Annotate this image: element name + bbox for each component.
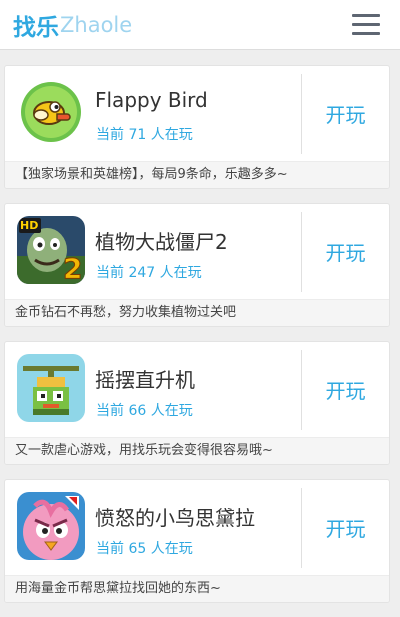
play-button[interactable]: 开玩 <box>302 480 389 575</box>
game-card-main: Flappy Bird 当前 71 人在玩 开玩 <box>5 66 389 161</box>
players-count: 当前 71 人在玩 <box>96 127 193 143</box>
play-button[interactable]: 开玩 <box>302 342 389 437</box>
game-description: 又一款虐心游戏，用找乐玩会变得很容易哦~ <box>5 437 389 464</box>
game-list: Flappy Bird 当前 71 人在玩 开玩 【独家场景和英雄榜】，每局9条… <box>4 65 390 617</box>
zhaole-logo[interactable]: 找乐 Zhaole <box>13 10 133 41</box>
game-name[interactable]: 愤怒的小鸟思黛拉 <box>95 502 255 531</box>
svg-text:2: 2 <box>63 252 82 284</box>
game-card-swing-copters: 摇摆直升机 当前 66 人在玩 开玩 又一款虐心游戏，用找乐玩会变得很容易哦~ <box>4 341 390 465</box>
game-card-flappy-bird: Flappy Bird 当前 71 人在玩 开玩 【独家场景和英雄榜】，每局9条… <box>4 65 390 189</box>
game-card-plants-vs-zombies: 2 HD 植物大战僵尸2 当前 247 人在玩 开玩 金币钻石不再愁，努力收集植… <box>4 203 390 327</box>
game-name[interactable]: 摇摆直升机 <box>95 364 195 393</box>
swing-copters-icon[interactable] <box>17 354 85 422</box>
app-header: 找乐 Zhaole <box>0 0 400 50</box>
flappy-bird-icon[interactable] <box>17 78 85 146</box>
game-description: 【独家场景和英雄榜】，每局9条命，乐趣多多~ <box>5 161 389 188</box>
game-card-main: 愤怒的小鸟思黛拉 当前 65 人在玩 开玩 <box>5 480 389 575</box>
play-button[interactable]: 开玩 <box>302 66 389 161</box>
game-card-angry-birds-stella: 愤怒的小鸟思黛拉 当前 65 人在玩 开玩 用海量金币帮思黛拉找回她的东西~ <box>4 479 390 603</box>
players-count: 当前 65 人在玩 <box>96 541 193 557</box>
menu-line <box>352 32 380 35</box>
plants-vs-zombies-icon[interactable]: 2 HD <box>17 216 85 284</box>
game-card-main: 摇摆直升机 当前 66 人在玩 开玩 <box>5 342 389 437</box>
menu-line <box>352 23 380 26</box>
logo-chinese-text: 找乐 <box>13 15 59 41</box>
players-count: 当前 66 人在玩 <box>96 403 193 419</box>
game-description: 金币钻石不再愁，努力收集植物过关吧 <box>5 299 389 326</box>
play-button[interactable]: 开玩 <box>302 204 389 299</box>
angry-birds-stella-icon[interactable] <box>17 492 85 560</box>
game-name[interactable]: 植物大战僵尸2 <box>95 226 228 255</box>
game-description: 用海量金币帮思黛拉找回她的东西~ <box>5 575 389 602</box>
game-card-main: 2 HD 植物大战僵尸2 当前 247 人在玩 开玩 <box>5 204 389 299</box>
players-count: 当前 247 人在玩 <box>96 265 202 281</box>
hamburger-menu-icon[interactable] <box>352 12 380 38</box>
logo-english-text: Zhaole <box>60 13 133 37</box>
game-name[interactable]: Flappy Bird <box>95 88 208 112</box>
hd-badge: HD <box>20 219 39 232</box>
menu-line <box>352 14 380 17</box>
